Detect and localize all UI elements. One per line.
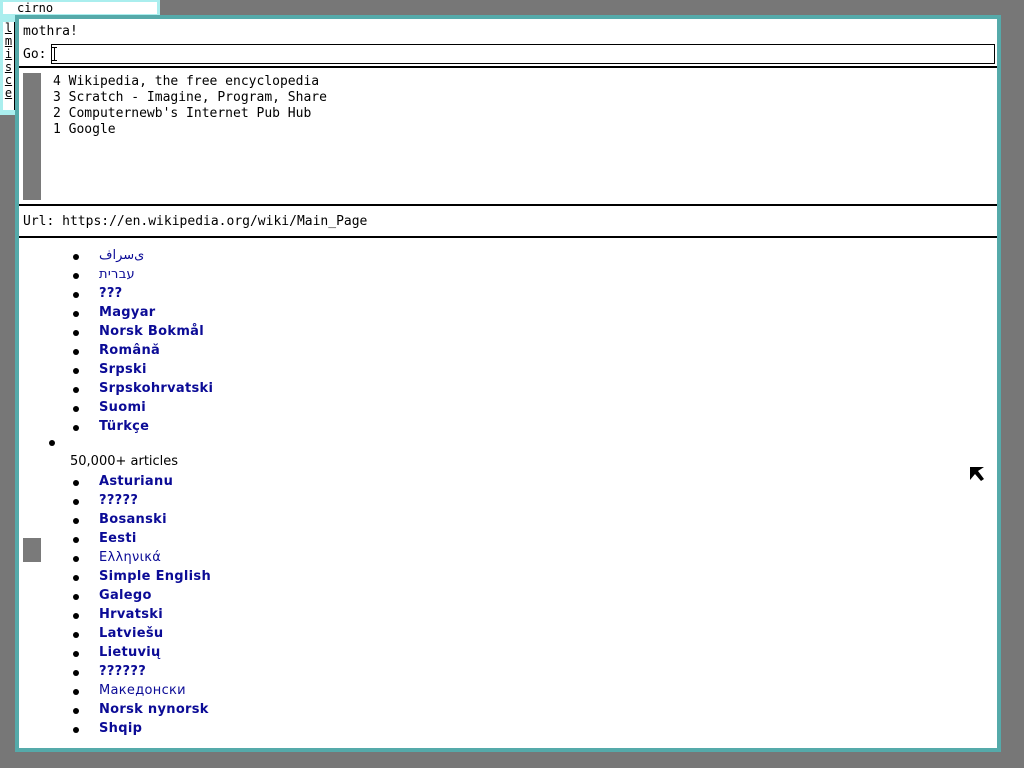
language-link[interactable]: עברית bbox=[99, 267, 135, 282]
page-content: ی‌سراف עברית ??? Magyar Norsk Bokmål Rom… bbox=[19, 238, 997, 748]
language-link[interactable]: ?????? bbox=[99, 664, 146, 679]
language-link[interactable]: Eesti bbox=[99, 531, 137, 546]
url-display: Url: https://en.wikipedia.org/wiki/Main_… bbox=[23, 214, 367, 229]
list-item: ی‌سراف bbox=[19, 246, 419, 265]
browser-body: mothra! Go: 4 Wikipedia, the free encycl… bbox=[19, 19, 997, 748]
list-item: Galego bbox=[19, 586, 419, 605]
language-link[interactable]: Ελληνικά bbox=[99, 550, 161, 565]
language-link[interactable]: Norsk Bokmål bbox=[99, 324, 204, 339]
language-link[interactable]: Norsk nynorsk bbox=[99, 702, 209, 717]
list-item: Lietuvių bbox=[19, 643, 419, 662]
history-item[interactable]: 3 Scratch - Imagine, Program, Share bbox=[53, 90, 327, 106]
app-title: mothra! bbox=[23, 24, 78, 39]
language-link[interactable]: Srpskohrvatski bbox=[99, 381, 213, 396]
language-list: ی‌سراف עברית ??? Magyar Norsk Bokmål Rom… bbox=[19, 246, 419, 738]
history-item[interactable]: 2 Computernewb's Internet Pub Hub bbox=[53, 106, 327, 122]
history-list: 4 Wikipedia, the free encyclopedia 3 Scr… bbox=[53, 74, 327, 138]
list-item: עברית bbox=[19, 265, 419, 284]
history-scrollbar[interactable] bbox=[23, 73, 41, 200]
list-item: ?????? bbox=[19, 662, 419, 681]
language-link[interactable]: Lietuvių bbox=[99, 645, 161, 660]
list-item: ??? bbox=[19, 284, 419, 303]
list-item: Norsk nynorsk bbox=[19, 700, 419, 719]
url-value[interactable]: https://en.wikipedia.org/wiki/Main_Page bbox=[62, 214, 367, 229]
url-label: Url: bbox=[23, 214, 55, 229]
language-link[interactable]: Galego bbox=[99, 588, 152, 603]
command-bar: mothra! Go: bbox=[19, 19, 997, 68]
language-link[interactable]: Srpski bbox=[99, 362, 147, 377]
list-item: Latviešu bbox=[19, 624, 419, 643]
text-cursor-icon bbox=[52, 47, 57, 61]
background-window-title: cirno bbox=[3, 2, 157, 14]
history-item[interactable]: 1 Google bbox=[53, 122, 327, 138]
list-item: Suomi bbox=[19, 398, 419, 417]
list-item: Ελληνικά bbox=[19, 548, 419, 567]
mouse-pointer-icon bbox=[970, 467, 984, 481]
language-link[interactable]: Türkçe bbox=[99, 419, 149, 434]
go-input[interactable] bbox=[51, 44, 995, 64]
language-link[interactable]: Magyar bbox=[99, 305, 155, 320]
language-link[interactable]: Latviešu bbox=[99, 626, 163, 641]
tab-letter: e bbox=[4, 86, 13, 100]
list-item: Bosanski bbox=[19, 510, 419, 529]
url-bar: Url: https://en.wikipedia.org/wiki/Main_… bbox=[19, 206, 997, 238]
list-item: Srpski bbox=[19, 360, 419, 379]
list-item: Македонски bbox=[19, 681, 419, 700]
list-item: Română bbox=[19, 341, 419, 360]
language-link[interactable]: ??? bbox=[99, 286, 123, 301]
language-link[interactable]: Română bbox=[99, 343, 160, 358]
list-item: Eesti bbox=[19, 529, 419, 548]
language-link[interactable]: ????? bbox=[99, 493, 138, 508]
language-link[interactable]: ی‌سراف bbox=[99, 248, 144, 263]
history-item[interactable]: 4 Wikipedia, the free encyclopedia bbox=[53, 74, 327, 90]
go-label: Go: bbox=[23, 47, 47, 62]
list-item: ????? bbox=[19, 491, 419, 510]
list-item: Asturianu bbox=[19, 472, 419, 491]
list-item: Shqip bbox=[19, 719, 419, 738]
window-tab-menu[interactable]: l m i s c e bbox=[3, 22, 15, 110]
list-item: Hrvatski bbox=[19, 605, 419, 624]
history-panel: 4 Wikipedia, the free encyclopedia 3 Scr… bbox=[19, 68, 997, 206]
language-link[interactable]: Shqip bbox=[99, 721, 142, 736]
language-link[interactable]: Simple English bbox=[99, 569, 211, 584]
language-link[interactable]: Suomi bbox=[99, 400, 146, 415]
language-link[interactable]: Македонски bbox=[99, 683, 186, 698]
outer-list-bullet bbox=[19, 436, 419, 452]
list-item: Norsk Bokmål bbox=[19, 322, 419, 341]
language-link[interactable]: Bosanski bbox=[99, 512, 167, 527]
browser-window: mothra! Go: 4 Wikipedia, the free encycl… bbox=[15, 15, 1001, 752]
list-item: Srpskohrvatski bbox=[19, 379, 419, 398]
section-heading: 50,000+ articles bbox=[70, 454, 179, 469]
language-link[interactable]: Asturianu bbox=[99, 474, 173, 489]
list-item: Türkçe bbox=[19, 417, 419, 436]
language-link[interactable]: Hrvatski bbox=[99, 607, 163, 622]
list-item: Simple English bbox=[19, 567, 419, 586]
list-item: Magyar bbox=[19, 303, 419, 322]
